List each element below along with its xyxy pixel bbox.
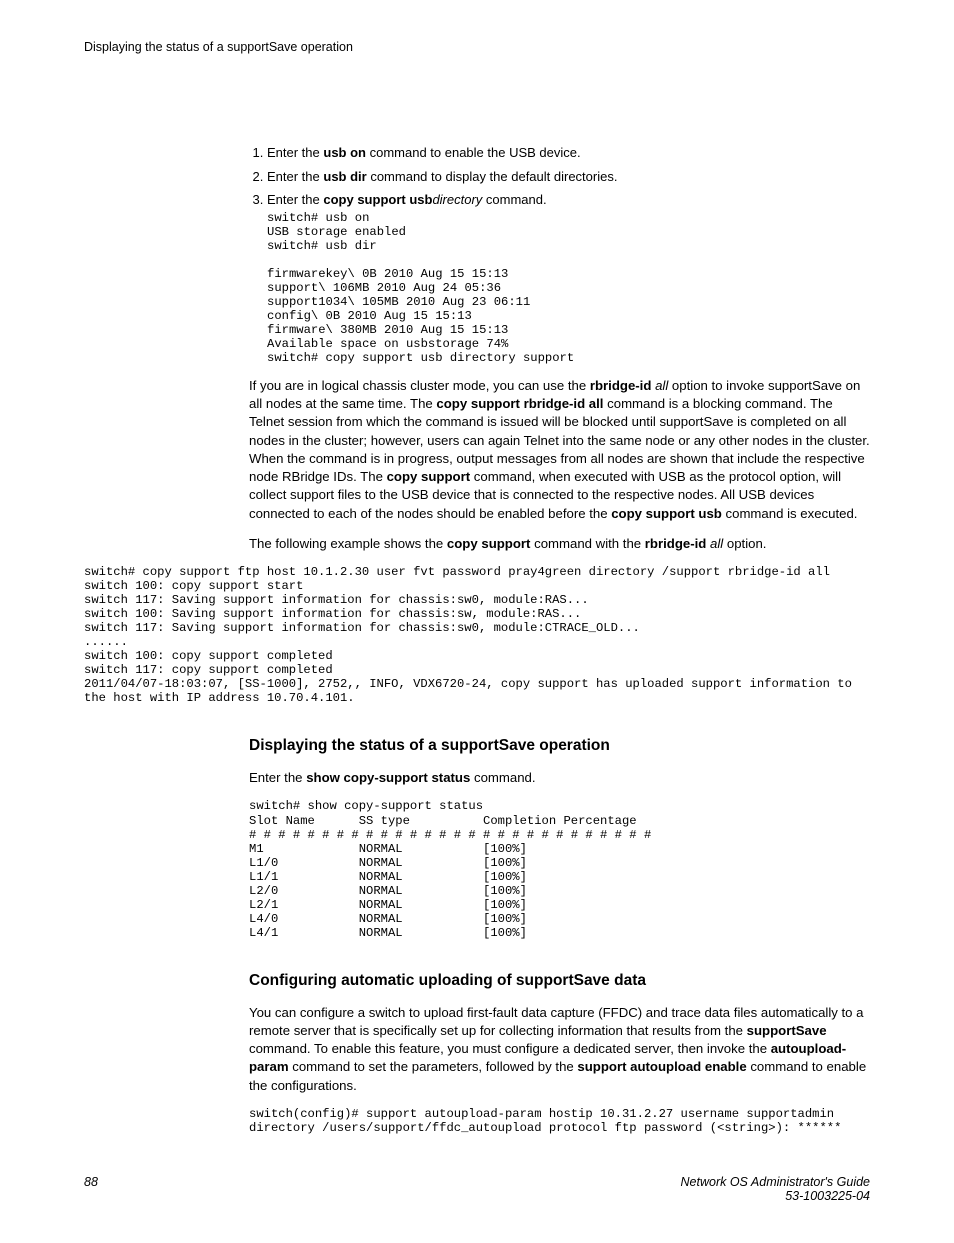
page-number: 88 [84, 1175, 98, 1203]
code-block-1: switch# usb on USB storage enabled switc… [267, 211, 870, 365]
step-3-cmd: copy support usb [323, 192, 432, 207]
p1-b4: copy support usb [611, 506, 722, 521]
step-3-pre: Enter the [267, 192, 323, 207]
s2-t3: command to set the parameters, followed … [289, 1059, 578, 1074]
step-1-pre: Enter the [267, 145, 323, 160]
paragraph-1: If you are in logical chassis cluster mo… [249, 377, 870, 523]
s1-pre: Enter the [249, 770, 306, 785]
step-1: Enter the usb on command to enable the U… [267, 144, 870, 162]
p2-i1: all [706, 536, 723, 551]
p1-i1: all [651, 378, 668, 393]
page-header: Displaying the status of a supportSave o… [84, 40, 870, 54]
code-block-3: switch# show copy-support status Slot Na… [249, 799, 870, 939]
footer-title: Network OS Administrator's Guide [681, 1175, 870, 1189]
p2-b2: rbridge-id [645, 536, 707, 551]
step-3: Enter the copy support usbdirectory comm… [267, 191, 870, 365]
step-1-cmd: usb on [323, 145, 366, 160]
code-block-4: switch(config)# support autoupload-param… [249, 1107, 870, 1135]
p2-t3: option. [723, 536, 766, 551]
section-1-intro: Enter the show copy-support status comma… [249, 769, 870, 787]
p1-t1: If you are in logical chassis cluster mo… [249, 378, 590, 393]
s2-b3: support autoupload enable [577, 1059, 746, 1074]
s2-b1: supportSave [747, 1023, 827, 1038]
step-2-post: command to display the default directori… [367, 169, 618, 184]
page-footer: 88 Network OS Administrator's Guide 53-1… [84, 1175, 870, 1203]
steps-list: Enter the usb on command to enable the U… [249, 144, 870, 365]
step-3-post: command. [482, 192, 546, 207]
code-block-2: switch# copy support ftp host 10.1.2.30 … [84, 565, 870, 705]
p2-t1: The following example shows the [249, 536, 447, 551]
step-1-post: command to enable the USB device. [366, 145, 581, 160]
step-2: Enter the usb dir command to display the… [267, 168, 870, 186]
footer-docid: 53-1003225-04 [681, 1189, 870, 1203]
p1-t5: command is executed. [722, 506, 858, 521]
section-2-body: You can configure a switch to upload fir… [249, 1004, 870, 1095]
p1-b1: rbridge-id [590, 378, 652, 393]
p1-b3: copy support [387, 469, 471, 484]
section-2-title: Configuring automatic uploading of suppo… [249, 972, 870, 990]
section-1-title: Displaying the status of a supportSave o… [249, 737, 870, 755]
s1-post: command. [470, 770, 535, 785]
step-2-pre: Enter the [267, 169, 323, 184]
s1-cmd: show copy-support status [306, 770, 470, 785]
p2-b1: copy support [447, 536, 531, 551]
step-3-arg: directory [432, 192, 482, 207]
s2-t2: command. To enable this feature, you mus… [249, 1041, 771, 1056]
p1-b2: copy support rbridge-id all [436, 396, 603, 411]
paragraph-2: The following example shows the copy sup… [249, 535, 870, 553]
p2-t2: command with the [530, 536, 644, 551]
step-2-cmd: usb dir [323, 169, 366, 184]
